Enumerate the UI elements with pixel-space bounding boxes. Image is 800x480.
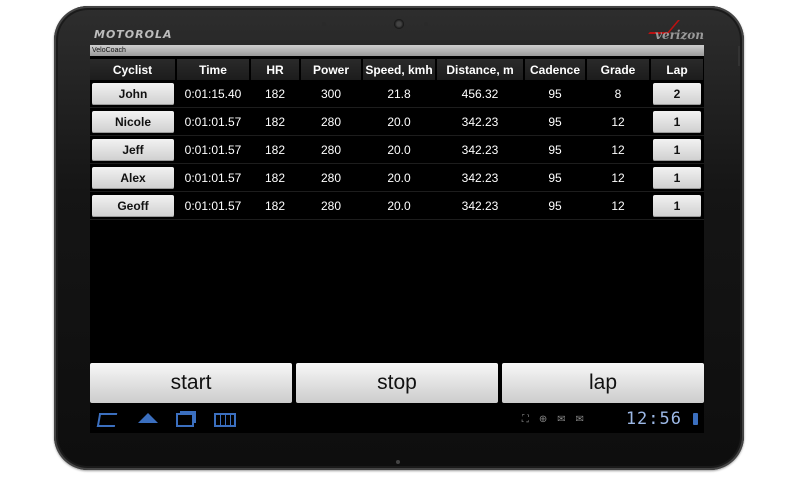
cyclist-table: Cyclist Time HR Power Speed, kmh Distanc… (90, 59, 704, 220)
stop-button[interactable]: stop (296, 363, 498, 403)
cadence-cell: 95 (524, 191, 586, 220)
cadence-cell: 95 (524, 107, 586, 136)
lap-button[interactable]: lap (502, 363, 704, 403)
carrier-logo: verizon (654, 28, 704, 42)
power-cell: 280 (300, 163, 362, 192)
menu-icon[interactable] (214, 413, 236, 427)
battery-icon (693, 413, 698, 425)
microphone-dot (396, 460, 400, 464)
header-cyclist: Cyclist (90, 59, 177, 80)
grade-cell: 12 (586, 191, 650, 220)
lap-count-button[interactable]: 1 (653, 110, 701, 133)
device-brand-logo: MOTOROLA (94, 28, 173, 41)
light-sensor (424, 22, 428, 26)
header-distance: Distance, m (436, 59, 525, 80)
table-row: John 0:01:15.40 182 300 21.8 456.32 95 8… (90, 80, 704, 108)
back-icon[interactable] (96, 413, 118, 427)
distance-cell: 342.23 (436, 135, 524, 164)
cyclist-button[interactable]: Alex (92, 166, 174, 189)
system-bar: ⛶⊕✉✉ 12:56 (90, 405, 704, 433)
hr-cell: 182 (250, 80, 300, 108)
cyclist-button[interactable]: Geoff (92, 194, 174, 217)
speed-cell: 20.0 (362, 163, 436, 192)
cyclist-button[interactable]: Jeff (92, 138, 174, 161)
power-cell: 300 (300, 80, 362, 108)
power-cell: 280 (300, 107, 362, 136)
header-power: Power (300, 59, 363, 80)
speed-cell: 20.0 (362, 191, 436, 220)
grade-cell: 12 (586, 163, 650, 192)
distance-cell: 456.32 (436, 80, 524, 108)
distance-cell: 342.23 (436, 107, 524, 136)
lap-count-button[interactable]: 2 (653, 82, 701, 105)
cyclist-button[interactable]: Nicole (92, 110, 174, 133)
mail-icon: ✉ (557, 414, 576, 425)
distance-cell: 342.23 (436, 191, 524, 220)
header-hr: HR (250, 59, 301, 80)
speed-cell: 20.0 (362, 107, 436, 136)
table-header-row: Cyclist Time HR Power Speed, kmh Distanc… (90, 59, 704, 80)
side-button (738, 46, 740, 66)
grade-cell: 12 (586, 107, 650, 136)
power-cell: 280 (300, 135, 362, 164)
header-lap: Lap (650, 59, 704, 80)
screenshot-icon: ⛶ (521, 414, 539, 425)
cadence-cell: 95 (524, 163, 586, 192)
time-cell: 0:01:15.40 (176, 80, 250, 108)
action-bar: start stop lap (90, 363, 704, 403)
lap-count-button[interactable]: 1 (653, 194, 701, 217)
table-row: Geoff 0:01:01.57 182 280 20.0 342.23 95 … (90, 191, 704, 220)
grade-cell: 12 (586, 135, 650, 164)
power-cell: 280 (300, 191, 362, 220)
recent-apps-icon[interactable] (176, 413, 194, 427)
table-row: Alex 0:01:01.57 182 280 20.0 342.23 95 1… (90, 163, 704, 192)
front-camera-icon (394, 19, 404, 29)
speed-cell: 20.0 (362, 135, 436, 164)
hr-cell: 182 (250, 163, 300, 192)
proximity-sensor (322, 22, 326, 26)
cadence-cell: 95 (524, 80, 586, 108)
cyclist-button[interactable]: John (92, 82, 174, 105)
distance-cell: 342.23 (436, 163, 524, 192)
time-cell: 0:01:01.57 (176, 135, 250, 164)
mail-icon: ✉ (575, 414, 594, 425)
hr-cell: 182 (250, 191, 300, 220)
usb-icon: ⊕ (538, 414, 558, 425)
notification-icons[interactable]: ⛶⊕✉✉ (522, 414, 594, 425)
lap-count-button[interactable]: 1 (653, 166, 701, 189)
header-grade: Grade (586, 59, 651, 80)
header-cadence: Cadence (524, 59, 587, 80)
clock[interactable]: 12:56 (626, 409, 682, 429)
hr-cell: 182 (250, 135, 300, 164)
home-icon[interactable] (138, 413, 158, 423)
table-row: Nicole 0:01:01.57 182 280 20.0 342.23 95… (90, 107, 704, 136)
grade-cell: 8 (586, 80, 650, 108)
table-row: Jeff 0:01:01.57 182 280 20.0 342.23 95 1… (90, 135, 704, 164)
cadence-cell: 95 (524, 135, 586, 164)
time-cell: 0:01:01.57 (176, 163, 250, 192)
header-speed: Speed, kmh (362, 59, 437, 80)
app-title-bar: VeloCoach (90, 45, 704, 56)
hr-cell: 182 (250, 107, 300, 136)
header-time: Time (176, 59, 251, 80)
screen: VeloCoach Cyclist Time HR Power Speed, k… (90, 45, 704, 433)
start-button[interactable]: start (90, 363, 292, 403)
lap-count-button[interactable]: 1 (653, 138, 701, 161)
time-cell: 0:01:01.57 (176, 107, 250, 136)
speed-cell: 21.8 (362, 80, 436, 108)
time-cell: 0:01:01.57 (176, 191, 250, 220)
